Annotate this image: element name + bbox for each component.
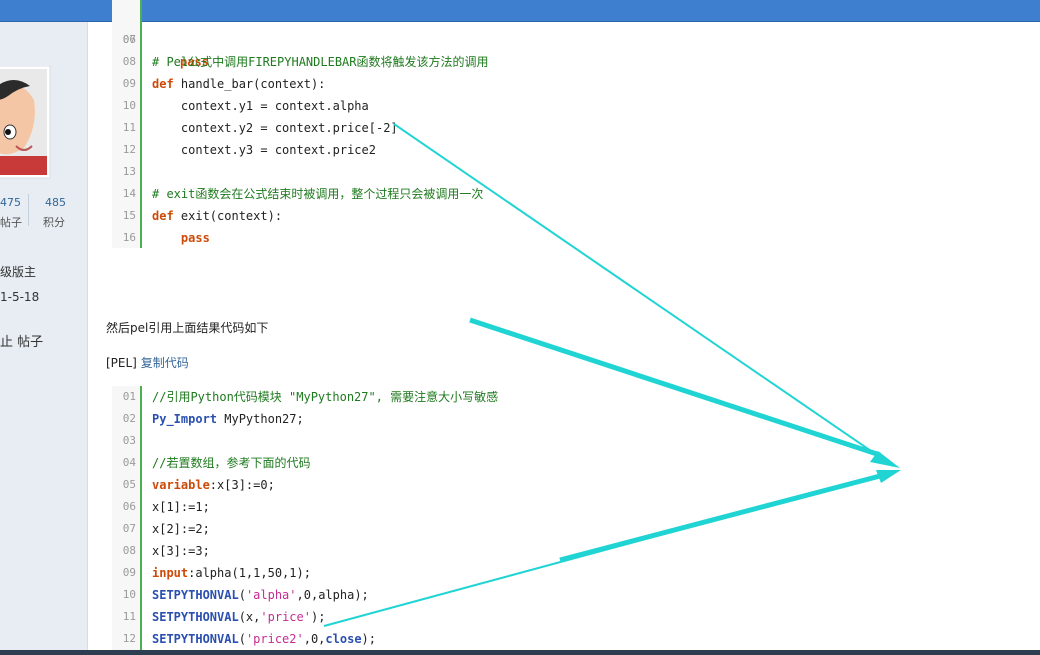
code-text: context.y2 = context.price[-2]	[152, 117, 398, 139]
line-number: 02	[122, 412, 136, 425]
code-token: context.y3 = context.price2	[152, 143, 376, 157]
paragraph-text: 然后pel引用上面结果代码如下	[106, 321, 269, 335]
line-number: 10	[122, 99, 136, 112]
code-gutter-rule	[140, 386, 142, 650]
line-number: 15	[122, 209, 136, 222]
code-token: context.y1 = context.alpha	[152, 99, 369, 113]
code-token: def	[152, 209, 174, 223]
code-text: x[1]:=1;	[152, 496, 210, 518]
line-number: 04	[122, 456, 136, 469]
line-number: 12	[122, 143, 136, 156]
user-sidebar: 475 帖子 485 积分 级版主 1-5-18 止 帖子	[0, 22, 88, 655]
line-number: 08	[122, 55, 136, 68]
code-text: def handle_bar(context):	[152, 73, 325, 95]
code-text: x[3]:=3;	[152, 540, 210, 562]
code-token: handle_bar(context):	[173, 77, 326, 91]
code-text: input:alpha(1,1,50,1);	[152, 562, 311, 584]
code-token: :x[3]:=0;	[209, 478, 275, 492]
code-text: Py_Import MyPython27;	[152, 408, 304, 430]
code-token: x[3]:=3;	[152, 544, 210, 558]
code-token: def	[152, 77, 174, 91]
code-text: SETPYTHONVAL('alpha',0,alpha);	[152, 584, 369, 606]
line-number: 12	[122, 632, 136, 645]
line-number: 06	[122, 500, 136, 513]
user-avatar[interactable]	[0, 65, 54, 200]
taskbar-strip	[0, 650, 1040, 655]
code-text: SETPYTHONVAL(x,'price');	[152, 606, 325, 628]
line-number: 09	[122, 566, 136, 579]
code-token: Py_Import	[152, 412, 218, 426]
line-number: 05	[122, 478, 136, 491]
code-token: ,0,	[303, 632, 326, 646]
code-token: exit(context):	[173, 209, 283, 223]
python-code-block: 06 pass 07 08 # Pel公式中调用FIREPYHANDLEBAR函数将…	[112, 0, 1040, 248]
code-token: (	[238, 588, 246, 602]
line-number: 11	[122, 610, 136, 623]
posts-count[interactable]: 475	[0, 196, 21, 209]
code-token: (	[238, 632, 246, 646]
line-number: 07	[122, 33, 136, 46]
code-token: variable	[152, 478, 210, 492]
code-token: context.y2 = context.price[-2]	[152, 121, 398, 135]
code-token: (x,	[238, 610, 261, 624]
code-token: SETPYTHONVAL	[152, 632, 239, 646]
code-token: );	[310, 610, 326, 624]
code-token: input	[152, 566, 189, 580]
code-token: );	[361, 632, 376, 646]
code-text: pass	[152, 227, 210, 249]
code-token: :alpha(1,1,50,1);	[188, 566, 311, 580]
code-token: SETPYTHONVAL	[152, 610, 239, 624]
line-number: 13	[122, 165, 136, 178]
copy-code-link[interactable]: 复制代码	[141, 356, 189, 370]
code-token: x[1]:=1;	[152, 500, 210, 514]
code-token: # exit函数会在公式结束时被调用，整个过程只会被调用一次	[152, 187, 484, 201]
line-number: 08	[122, 544, 136, 557]
code-text: SETPYTHONVAL('price2',0,close);	[152, 628, 376, 650]
code-token: # Pel公式中调用FIREPYHANDLEBAR函数将触发该方法的调用	[152, 55, 489, 69]
line-number: 10	[122, 588, 136, 601]
pel-label: [PEL]	[106, 356, 137, 370]
code-token: 'alpha'	[245, 588, 297, 602]
code-text: def exit(context):	[152, 205, 282, 227]
stats-divider	[28, 194, 29, 226]
code-token: pass	[180, 231, 210, 245]
line-number: 14	[122, 187, 136, 200]
code-token: //若置数组，参考下面的代码	[152, 456, 311, 470]
code-text: //若置数组，参考下面的代码	[152, 452, 310, 474]
code-text: context.y3 = context.price2	[152, 139, 376, 161]
pel-code-block: 01 //引用Python代码模块 "MyPython27", 需要注意大小写敏感…	[112, 386, 1040, 650]
code-text: x[2]:=2;	[152, 518, 210, 540]
code-text: //引用Python代码模块 "MyPython27", 需要注意大小写敏感	[152, 386, 498, 408]
code-token: //引用Python代码模块 "MyPython27", 需要注意大小写敏感	[152, 390, 499, 404]
code-token: 'price2'	[245, 632, 304, 646]
line-number: 11	[122, 121, 136, 134]
posts-label: 帖子	[0, 216, 22, 229]
register-date: 1-5-18	[0, 290, 40, 304]
points-count[interactable]: 485	[45, 196, 66, 209]
ban-posts-link[interactable]: 止 帖子	[0, 331, 43, 350]
code-text: variable:x[3]:=0;	[152, 474, 275, 496]
line-number: 03	[122, 434, 136, 447]
user-role: 级版主	[0, 265, 37, 279]
code-line: 06 pass	[112, 7, 209, 69]
code-token: x[2]:=2;	[152, 522, 210, 536]
code-header: [PEL] 复制代码	[106, 354, 189, 371]
line-number: 09	[122, 77, 136, 90]
code-token: ,0,alpha);	[296, 588, 369, 602]
code-text: # Pel公式中调用FIREPYHANDLEBAR函数将触发该方法的调用	[152, 51, 489, 73]
points-label: 积分	[43, 216, 65, 229]
code-token: close	[325, 632, 362, 646]
code-token: SETPYTHONVAL	[152, 588, 239, 602]
code-text: context.y1 = context.alpha	[152, 95, 369, 117]
code-token: 'price'	[260, 610, 311, 624]
code-text: # exit函数会在公式结束时被调用，整个过程只会被调用一次	[152, 183, 483, 205]
line-number: 01	[122, 390, 136, 403]
line-number: 07	[122, 522, 136, 535]
line-number: 16	[122, 231, 136, 244]
code-token: MyPython27;	[217, 412, 304, 426]
